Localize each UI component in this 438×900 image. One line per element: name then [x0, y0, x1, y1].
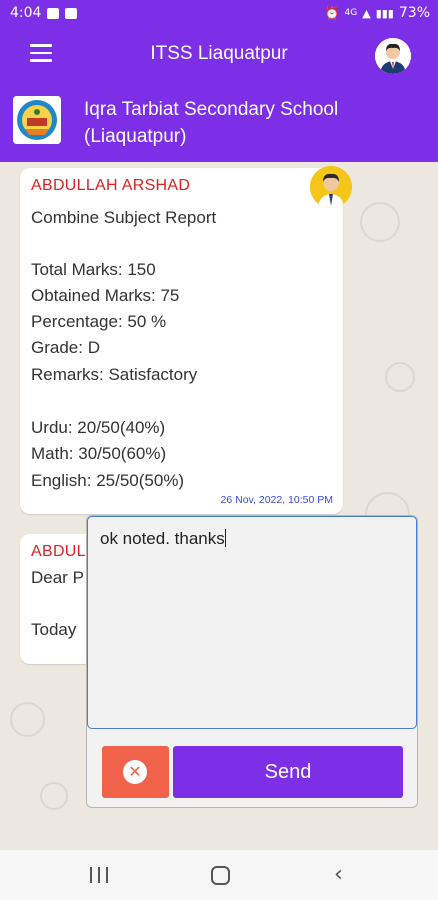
message-line: Remarks: Satisfactory: [31, 365, 198, 384]
message-line: English: 25/50(50%): [31, 471, 185, 490]
send-button[interactable]: Send: [173, 746, 403, 798]
cancel-button[interactable]: ✕: [102, 746, 169, 798]
message-timestamp: 26 Nov, 2022, 10:50 PM: [220, 494, 333, 506]
message-icon: [65, 7, 78, 19]
back-icon[interactable]: ‹: [334, 864, 343, 886]
message-sender: ABDULLAH ARSHAD: [31, 177, 191, 194]
reply-dialog: ok noted. thanks ✕ Send: [86, 515, 418, 808]
reply-input-value: ok noted. thanks: [100, 529, 225, 548]
app-bar: ITSS Liaquatpur: [0, 28, 438, 82]
message-sender: ABDUL: [31, 543, 86, 560]
school-header: Iqra Tarbiat Secondary School (Liaquatpu…: [0, 82, 438, 162]
status-time: 4:04: [10, 5, 42, 21]
message-line: Grade: D: [31, 338, 100, 357]
gallery-icon: [47, 7, 60, 19]
sender-avatar: [310, 166, 352, 208]
home-icon[interactable]: [211, 866, 230, 885]
message-line: Today: [31, 620, 77, 639]
network-type: 4G: [344, 8, 358, 18]
message-bubble[interactable]: ABDULLAH ARSHAD Combine Subject Report T…: [20, 166, 352, 514]
message-line: Math: 30/50(60%): [31, 444, 167, 463]
text-caret: [224, 529, 226, 547]
profile-avatar[interactable]: [375, 38, 411, 74]
message-line: Percentage: 50 %: [31, 312, 167, 331]
message-line: Total Marks: 150: [31, 260, 156, 279]
battery-level: 73%: [398, 5, 430, 21]
message-line: Dear P: [31, 568, 84, 587]
message-line: Urdu: 20/50(40%): [31, 418, 166, 437]
school-name: Iqra Tarbiat Secondary School (Liaquatpu…: [84, 96, 338, 150]
app-title: ITSS Liaquatpur: [150, 43, 288, 64]
signal-icon: ▮▮▮: [375, 6, 394, 20]
school-logo: [13, 96, 61, 144]
reply-input[interactable]: ok noted. thanks: [87, 516, 417, 729]
school-name-line2: (Liaquatpur): [84, 126, 187, 147]
close-icon: ✕: [123, 760, 147, 784]
system-nav-bar: ‹: [0, 850, 438, 900]
status-bar: 4:04 ⏰ 4G ▲ ▮▮▮ 73%: [0, 0, 438, 28]
recent-apps-icon[interactable]: [90, 867, 108, 883]
school-name-line1: Iqra Tarbiat Secondary School: [84, 99, 339, 120]
wifi-icon: ▲: [362, 6, 371, 20]
message-line: Combine Subject Report: [31, 208, 217, 227]
alarm-icon: ⏰: [324, 6, 340, 20]
message-line: Obtained Marks: 75: [31, 286, 180, 305]
